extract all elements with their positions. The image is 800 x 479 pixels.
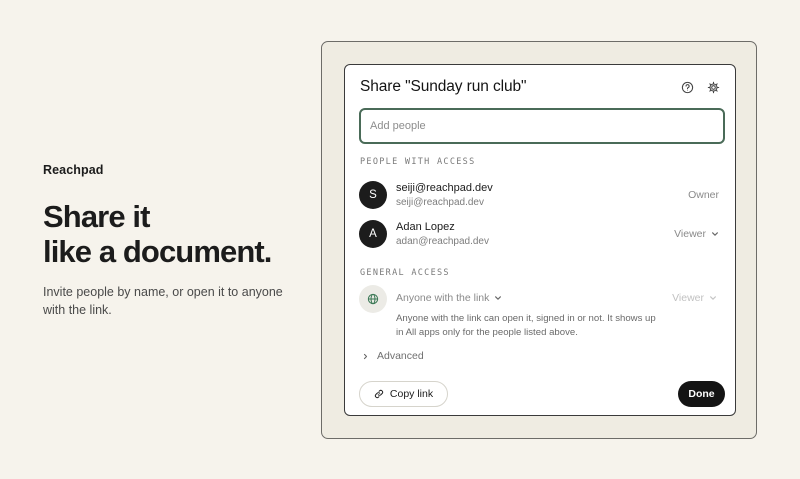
link-icon xyxy=(374,389,384,399)
person-name: Adan Lopez xyxy=(396,220,455,233)
add-people-input[interactable] xyxy=(361,110,723,142)
people-with-access-label: PEOPLE WITH ACCESS xyxy=(360,157,476,167)
person-info: Adan Lopez adan@reachpad.dev xyxy=(396,221,674,248)
role-text: Viewer xyxy=(674,228,706,240)
chevron-down-icon xyxy=(495,296,502,300)
general-access-label: GENERAL ACCESS xyxy=(360,268,450,278)
gear-icon[interactable] xyxy=(706,80,720,94)
chevron-down-icon xyxy=(712,232,718,236)
globe-icon-badge xyxy=(359,285,387,313)
advanced-label: Advanced xyxy=(377,350,424,362)
advanced-toggle[interactable]: Advanced xyxy=(362,350,424,362)
copy-link-label: Copy link xyxy=(389,388,434,400)
preview-frame: Share "Sunday run club" PEOPLE WITH ACCE… xyxy=(321,41,757,439)
headline-line-2: like a document. xyxy=(43,234,272,269)
chevron-right-icon xyxy=(363,353,368,359)
help-circle-icon[interactable] xyxy=(680,80,694,94)
general-access-role-dropdown[interactable]: Viewer xyxy=(672,292,717,304)
hero-headline: Share it like a document. xyxy=(43,199,303,269)
role-text: Owner xyxy=(688,189,719,201)
role-text: Viewer xyxy=(672,292,704,304)
person-info: seiji@reachpad.dev seiji@reachpad.dev xyxy=(396,182,688,209)
person-name: seiji@reachpad.dev xyxy=(396,181,493,194)
dialog-header: Share "Sunday run club" xyxy=(360,77,720,97)
globe-icon xyxy=(367,293,379,305)
headline-line-1: Share it xyxy=(43,199,150,234)
person-row: S seiji@reachpad.dev seiji@reachpad.dev … xyxy=(359,180,719,210)
avatar: A xyxy=(359,220,387,248)
owner-role-label: Owner xyxy=(688,189,719,201)
hero-subtext: Invite people by name, or open it to any… xyxy=(43,285,283,317)
hero-section: Reachpad Share it like a document. Invit… xyxy=(43,163,303,319)
general-access-dropdown[interactable]: Anyone with the link xyxy=(396,292,502,304)
done-button[interactable]: Done xyxy=(678,381,725,407)
add-people-field-wrapper xyxy=(359,108,725,144)
chevron-down-icon xyxy=(710,296,716,300)
general-access-description: Anyone with the link can open it, signed… xyxy=(396,313,656,338)
avatar: S xyxy=(359,181,387,209)
dialog-title: Share "Sunday run club" xyxy=(360,78,527,95)
share-dialog: Share "Sunday run club" PEOPLE WITH ACCE… xyxy=(344,64,736,416)
viewer-role-dropdown[interactable]: Viewer xyxy=(674,228,719,240)
brand-name: Reachpad xyxy=(43,163,104,177)
copy-link-button[interactable]: Copy link xyxy=(359,381,448,407)
general-access-option: Anyone with the link xyxy=(396,292,490,304)
person-email: adan@reachpad.dev xyxy=(396,235,489,247)
person-email: seiji@reachpad.dev xyxy=(396,196,484,208)
person-row: A Adan Lopez adan@reachpad.dev Viewer xyxy=(359,219,719,249)
